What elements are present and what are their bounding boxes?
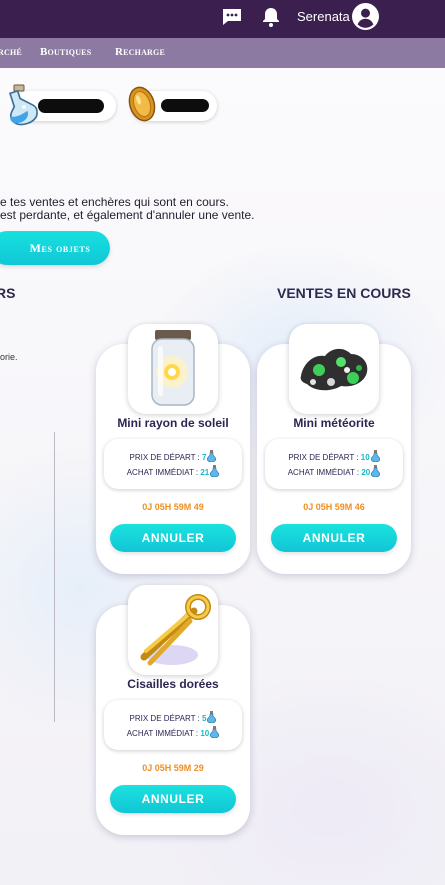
instant-price-row: ACHAT IMMÉDIAT : 20 [265,465,403,479]
coin-icon [128,86,156,122]
sale-card: Mini rayon de soleil PRIX DE DÉPART : 7 … [96,324,250,574]
top-bar: Serenata [0,0,445,38]
price-box: PRIX DE DÉPART : 5 ACHAT IMMÉDIAT : 10 [104,700,242,750]
potion-icon [210,465,220,477]
start-price-value: 7 [202,453,207,462]
potion-icon [210,726,220,738]
start-price-row: PRIX DE DÉPART : 10 [265,450,403,464]
start-price-value: 10 [360,453,370,462]
instant-price-label: ACHAT IMMÉDIAT : [126,729,201,738]
potion-icon [371,465,381,477]
start-price-value: 5 [202,714,207,723]
potion-icon [207,711,217,723]
item-thumbnail [289,324,379,414]
sunbeam-jar-icon [151,330,195,406]
item-thumbnail [128,585,218,675]
instant-price-row: ACHAT IMMÉDIAT : 21 [104,465,242,479]
instant-price-label: ACHAT IMMÉDIAT : [126,468,201,477]
item-name: Mini rayon de soleil [117,416,229,430]
divider [54,432,55,722]
intro-line-2: est perdante, et également d'annuler une… [0,208,255,222]
sale-card: Cisailles dorées PRIX DE DÉPART : 5 ACHA… [96,585,250,835]
nav-item-boutiques[interactable]: Boutiques [40,46,91,58]
bell-icon[interactable] [259,5,283,29]
item-name: Cisailles dorées [127,677,219,691]
golden-shears-icon [140,594,211,666]
price-box: PRIX DE DÉPART : 7 ACHAT IMMÉDIAT : 21 [104,439,242,489]
sale-card: Mini météorite PRIX DE DÉPART : 10 ACHAT… [257,324,411,574]
sale-timer: 0J 05H 59M 46 [303,502,365,512]
instant-price-value: 21 [200,468,210,477]
start-price-label: PRIX DE DÉPART : [129,714,202,723]
item-thumbnail [128,324,218,414]
intro-text: e tes ventes et enchères qui sont en cou… [0,196,254,222]
cancel-sale-button[interactable]: ANNULER [271,524,397,552]
sale-timer: 0J 05H 59M 49 [142,502,204,512]
meteorite-icon [300,348,368,391]
instant-price-row: ACHAT IMMÉDIAT : 10 [104,726,242,740]
redacted-mark [38,99,104,113]
current-sales-title: VENTES EN COURS [277,285,411,301]
main-nav: rché Boutiques Recharge [0,38,445,68]
nav-item-marche[interactable]: rché [0,46,22,58]
start-price-row: PRIX DE DÉPART : 7 [104,450,242,464]
start-price-label: PRIX DE DÉPART : [129,453,202,462]
potion-icon [207,450,217,462]
sale-timer: 0J 05H 59M 29 [142,763,204,773]
left-section-title: RS [0,285,16,301]
cancel-sale-button[interactable]: ANNULER [110,785,236,813]
potion-icon [370,450,380,462]
my-items-button[interactable]: Mes objets [0,231,110,265]
nav-item-recharge[interactable]: Recharge [115,46,165,58]
start-price-label: PRIX DE DÉPART : [288,453,361,462]
cancel-sale-button[interactable]: ANNULER [110,524,236,552]
instant-price-label: ACHAT IMMÉDIAT : [287,468,362,477]
potion-icon [8,84,38,126]
username[interactable]: Serenata [297,9,350,24]
chat-bubble-icon[interactable] [220,5,244,29]
price-box: PRIX DE DÉPART : 10 ACHAT IMMÉDIAT : 20 [265,439,403,489]
instant-price-value: 20 [361,468,371,477]
instant-price-value: 10 [200,729,210,738]
redacted-mark [161,99,209,112]
user-circle-icon[interactable] [352,3,379,30]
item-name: Mini météorite [293,416,375,430]
start-price-row: PRIX DE DÉPART : 5 [104,711,242,725]
left-section-note: orie. [0,352,18,362]
